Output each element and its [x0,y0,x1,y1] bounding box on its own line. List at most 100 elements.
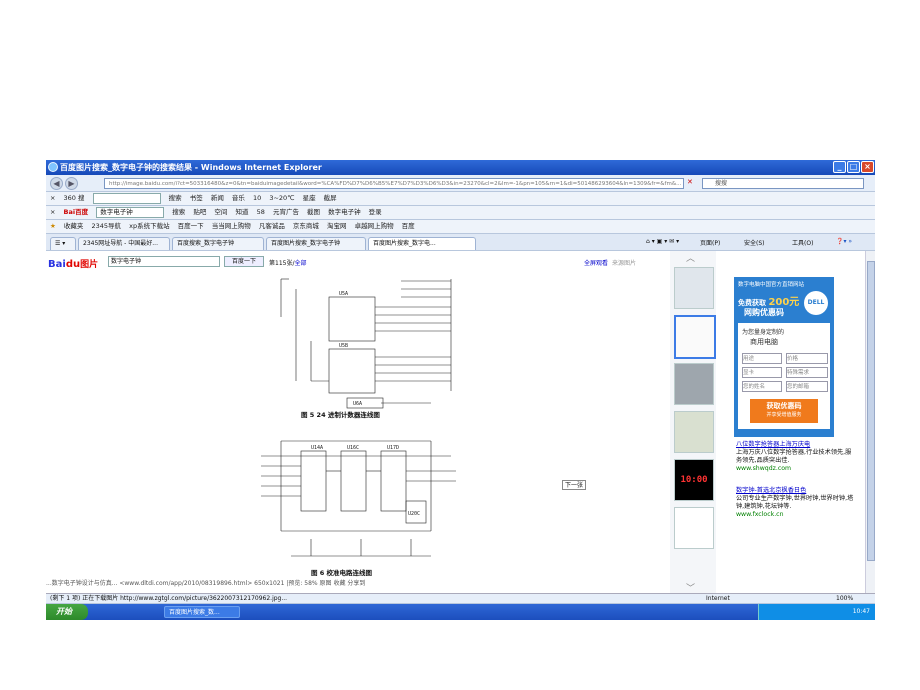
favorites-item[interactable]: xp系统下载站 [129,222,169,230]
ad-form: 为您量身定制的 商用电脑 用途 价格 显卡 特殊需求 您的姓名 您的邮箱 获取优… [738,323,830,429]
thumbnail-selected[interactable] [674,315,716,359]
tab-baidu-image-active[interactable]: 百度图片搜索_数字电... [368,237,476,250]
ad-link-2[interactable]: 数字钟-首选北京枫香日色 公司专业生产数字钟,世界时钟,世界时钟,塔钟,建筑钟,… [736,487,856,519]
ad-field-usage[interactable]: 用途 [742,353,782,364]
tab-baidu-search[interactable]: 百度搜索_数字电子钟 [172,237,264,250]
next-image-button[interactable]: 下一张 [562,480,586,490]
toolbar-close-icon[interactable]: × [50,208,55,216]
favorites-item[interactable]: 收藏夹 [64,222,84,230]
thumbnail-clock[interactable]: 10:00 [674,459,714,501]
search-button[interactable]: 百度一下 [224,256,264,267]
toolbar-query-field[interactable]: 数字电子钟 [96,206,165,218]
favorites-item[interactable]: 百度一下 [178,222,204,230]
circuit-diagram: U5A U5B U6A U14A U16C U17D U20C [261,278,456,557]
ad-field-price[interactable]: 价格 [786,353,828,364]
toolbar-baidu: × Bai百度 数字电子钟 搜索 贴吧 空间 知道 58 元宵广告 截图 数字电… [46,206,875,220]
all-link[interactable]: 全部 [294,260,306,267]
scrollbar-thumb[interactable] [867,261,875,561]
svg-text:U5B: U5B [339,343,348,349]
favorites-item[interactable]: 当当网上购物 [212,222,251,230]
window-title: 百度图片搜索_数字电子钟的搜索结果 - Windows Internet Exp… [60,163,322,172]
toolbar-item[interactable]: 空间 [214,208,227,216]
toolbar-360: × 360 搜 搜索 书签 新闻 音乐 10 3~20℃ 星座 截屏 [46,192,875,206]
help-icon[interactable]: ❓▾ » [836,238,852,245]
toolbar-item[interactable]: 3~20℃ [269,194,294,202]
chevron-up-icon[interactable]: ︿ [686,251,695,264]
toolbar-item[interactable]: 贴吧 [193,208,206,216]
image-footer: ...数字电子钟设计与仿真... <www.dltdi.com/app/2010… [46,580,366,587]
favorites-item[interactable]: 京东商城 [293,222,319,230]
ad-link-1[interactable]: 八位数字抢答器上海万庆电 上海万庆八位数字抢答器,行业技术领先,服务领先,品质突… [736,441,856,473]
close-button[interactable]: × [861,161,874,173]
toolbar-item[interactable]: 截图 [307,208,320,216]
query-input[interactable]: 数字电子钟 [108,256,220,267]
command-page[interactable]: 页面(P) [700,238,720,247]
toolbar-item[interactable]: 58 [257,208,265,216]
thumbnail[interactable] [674,267,714,309]
favorites-item[interactable]: 凡客诚品 [259,222,285,230]
status-bar: (剩下 1 项) 正在下载图片 http://www.zgtgl.com/pic… [46,593,875,604]
view-options: 全屏观看 来源图片 [584,258,636,267]
toolbar-item: Bai百度 [63,208,89,216]
toolbar-item[interactable]: 360 搜 [64,194,85,202]
toolbar-item[interactable]: 搜索 [169,194,182,202]
figure6-caption: 图 6 校准电路连线图 [311,569,373,577]
favorites-item[interactable]: 卓越网上购物 [355,222,394,230]
circuit-image: U5A U5B U6A U14A U16C U17D U20C 图 5 24 进制计数器… [251,271,466,591]
favorites-item[interactable]: 淘宝网 [327,222,347,230]
back-button[interactable]: ◀ [50,177,63,190]
toolbar-item[interactable]: 数字电子钟 [328,208,361,216]
maximize-button[interactable]: □ [847,161,860,173]
tab-2345[interactable]: 2345网址导航 - 中国最好... [78,237,170,250]
home-icon[interactable]: ⌂ ▾ ▣ ▾ ✉ ▾ [646,238,679,245]
toolbar-item[interactable]: 音乐 [232,194,245,202]
refresh-icon[interactable]: ✕ [687,178,693,186]
svg-text:U16C: U16C [347,445,359,451]
ad-field-name[interactable]: 您的姓名 [742,381,782,392]
tab-baidu-image[interactable]: 百度图片搜索_数字电子钟 [266,237,366,250]
favorites-item[interactable]: 2345导航 [91,222,121,230]
minimize-button[interactable]: _ [833,161,846,173]
command-tools[interactable]: 工具(O) [792,238,813,247]
address-bar-row: ◀ ▶ http://image.baidu.com/i?ct=50331648… [46,175,875,192]
source-view-link[interactable]: 来源图片 [612,260,636,267]
baidu-logo[interactable]: Baidu图片 [48,257,98,270]
address-input[interactable]: http://image.baidu.com/i?ct=503316480&z=… [104,178,684,189]
toolbar-item[interactable]: 新闻 [211,194,224,202]
zoom-level[interactable]: 100% [836,594,853,603]
dell-ad[interactable]: 数字电脑中国官方直销网站 免费获取 200元 网购优惠码 DELL 为您量身定制… [734,277,834,437]
ad-field-email[interactable]: 您的邮箱 [786,381,828,392]
thumbnail-strip: ︿ 10:00 ﹀ [670,251,716,594]
thumbnail[interactable] [674,411,714,453]
toolbar-close-icon[interactable]: × [50,194,55,202]
toolbar-item[interactable]: 星座 [303,194,316,202]
toolbar-item[interactable]: 知道 [236,208,249,216]
toolbar-item[interactable]: 登录 [369,208,382,216]
title-bar: 百度图片搜索_数字电子钟的搜索结果 - Windows Internet Exp… [46,160,875,175]
favorites-item[interactable]: 百度 [402,222,415,230]
toolbar-item[interactable]: 搜索 [172,208,185,216]
toolbar-search-field[interactable] [92,192,161,204]
svg-text:U6A: U6A [353,401,362,407]
toolbar-item[interactable]: 书签 [190,194,203,202]
ad-field-special[interactable]: 特殊需求 [786,367,828,378]
ad-cta-button[interactable]: 获取优惠码 并享受增值服务 [750,399,818,423]
ad-field-gpu[interactable]: 显卡 [742,367,782,378]
search-input[interactable]: 搜搜 [702,178,864,189]
toolbar-item[interactable]: 元宵广告 [273,208,299,216]
thumbnail[interactable] [674,363,714,405]
forward-button[interactable]: ▶ [65,177,78,190]
thumbnail[interactable] [674,507,714,549]
tab-strip: ☰ ▾ 2345网址导航 - 中国最好... 百度搜索_数字电子钟 百度图片搜索… [46,234,875,251]
system-tray: 10:47 [758,604,875,620]
favorites-star-icon[interactable]: ★ [50,222,56,230]
vertical-scrollbar[interactable] [865,251,875,593]
taskbar-item-ie[interactable]: 百度图片搜索_数... [164,606,240,618]
command-safety[interactable]: 安全(S) [744,238,765,247]
full-view-link[interactable]: 全屏观看 [584,260,608,267]
start-button[interactable]: 开始 [46,604,88,620]
tab-list-button[interactable]: ☰ ▾ [50,237,76,250]
toolbar-item[interactable]: 截屏 [324,194,337,202]
toolbar-item[interactable]: 10 [253,194,261,202]
ad-subtitle2: 商用电脑 [750,338,778,346]
